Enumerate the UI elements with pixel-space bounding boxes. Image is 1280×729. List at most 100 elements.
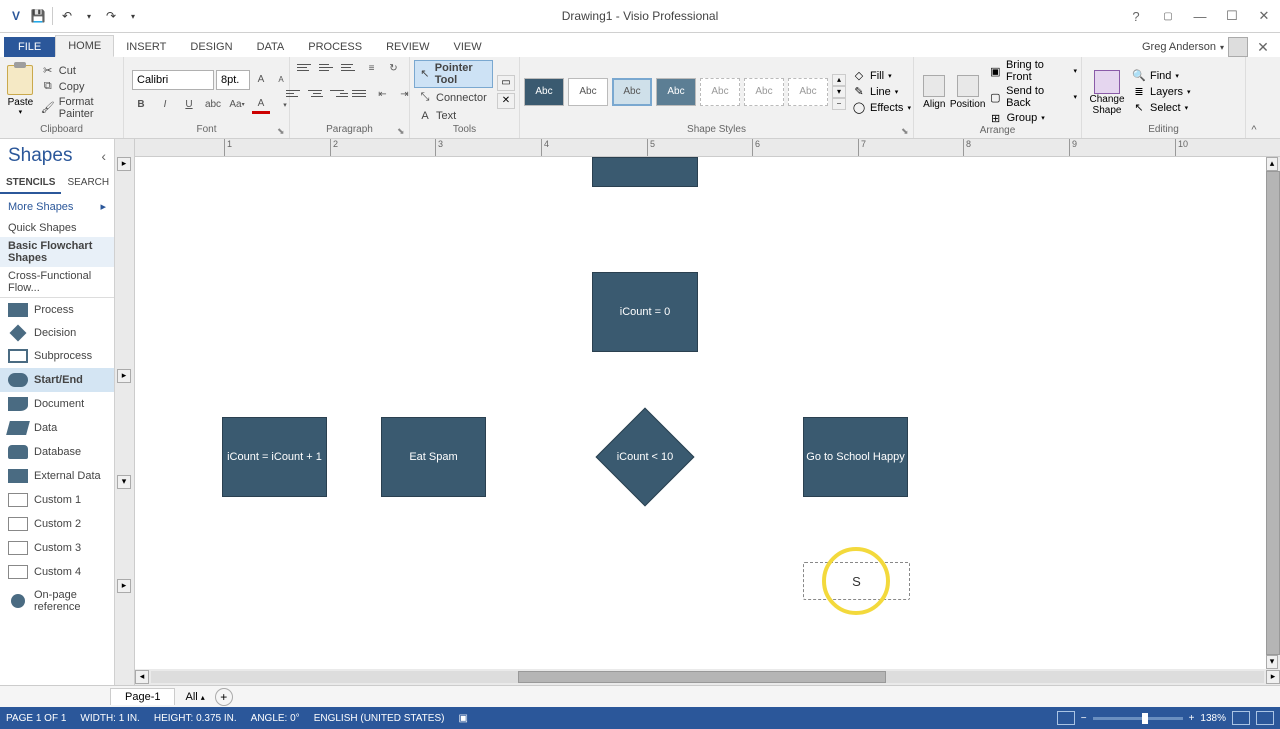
send-to-back-button[interactable]: ▢Send to Back▾ <box>989 85 1077 109</box>
presentation-mode-icon[interactable] <box>1057 711 1075 725</box>
tab-insert[interactable]: INSERT <box>114 37 178 57</box>
page-add-button[interactable]: + <box>215 688 233 706</box>
style-swatch-7[interactable]: Abc <box>788 78 828 106</box>
minimize-icon[interactable]: — <box>1186 5 1214 27</box>
position-button[interactable]: Position <box>951 68 985 116</box>
shape-external-data[interactable]: External Data <box>0 464 114 488</box>
shape-custom-2[interactable]: Custom 2 <box>0 512 114 536</box>
undo-icon[interactable]: ↶ <box>57 6 77 26</box>
shape-start-end[interactable]: Start/End <box>0 368 114 392</box>
ribbon-display-icon[interactable]: ▢ <box>1154 5 1182 27</box>
hscroll-right-icon[interactable]: ▸ <box>1266 670 1280 684</box>
style-swatch-2[interactable]: Abc <box>568 78 608 106</box>
strikethrough-icon[interactable]: abc <box>204 96 222 114</box>
group-button[interactable]: ⊞Group▾ <box>989 111 1077 125</box>
zoom-level[interactable]: 138% <box>1200 713 1226 724</box>
tab-data[interactable]: DATA <box>245 37 297 57</box>
close-icon[interactable]: ✕ <box>1250 5 1278 27</box>
vscroll-down-icon[interactable]: ▾ <box>1266 655 1278 669</box>
zoom-thumb[interactable] <box>1142 713 1148 724</box>
redo-icon[interactable]: ↷ <box>101 6 121 26</box>
vscroll-track[interactable] <box>1266 171 1280 655</box>
tab-home[interactable]: HOME <box>55 35 114 57</box>
format-painter-button[interactable]: 🖌Format Painter <box>41 96 119 120</box>
style-swatch-5[interactable]: Abc <box>700 78 740 106</box>
tab-view[interactable]: VIEW <box>441 37 493 57</box>
search-tab[interactable]: SEARCH <box>61 173 115 194</box>
paragraph-dialog-launcher-icon[interactable]: ⬊ <box>397 126 407 136</box>
flowchart-decision[interactable]: iCount < 10 <box>595 422 695 492</box>
flowchart-icount0[interactable]: iCount = 0 <box>592 272 698 352</box>
tab-review[interactable]: REVIEW <box>374 37 441 57</box>
align-center-icon[interactable] <box>308 85 326 101</box>
flowchart-school[interactable]: Go to School Happy <box>803 417 908 497</box>
stencil-cross-functional[interactable]: Cross-Functional Flow... <box>0 267 114 297</box>
save-icon[interactable]: 💾 <box>28 6 48 26</box>
shape-custom-3[interactable]: Custom 3 <box>0 536 114 560</box>
fill-button[interactable]: ◇Fill▾ <box>852 69 911 83</box>
document-close-icon[interactable]: ✕ <box>1252 39 1274 56</box>
font-name-input[interactable] <box>132 70 214 90</box>
italic-icon[interactable]: I <box>156 96 174 114</box>
gallery-down-icon[interactable]: ▾ <box>832 86 846 98</box>
bring-to-front-button[interactable]: ▣Bring to Front▾ <box>989 59 1077 83</box>
visio-icon[interactable]: V <box>6 6 26 26</box>
zoom-out-icon[interactable]: − <box>1081 713 1087 724</box>
vscroll-up-icon[interactable]: ▴ <box>1266 157 1278 171</box>
shapes-collapse-icon[interactable]: ‹ <box>101 148 106 164</box>
paste-button[interactable]: Paste ▾ <box>4 61 37 123</box>
text-tool-button[interactable]: AText <box>414 108 493 124</box>
vruler-btn-1[interactable]: ▸ <box>117 157 131 171</box>
tab-design[interactable]: DESIGN <box>178 37 244 57</box>
vscroll-thumb[interactable] <box>1266 171 1280 655</box>
line-button[interactable]: ✎Line▾ <box>852 85 911 99</box>
gallery-more-icon[interactable]: ⎯ <box>832 98 846 110</box>
connector-tool-button[interactable]: ⤡Connector <box>414 90 493 106</box>
bold-icon[interactable]: B <box>132 96 150 114</box>
align-right-icon[interactable] <box>330 85 348 101</box>
underline-icon[interactable]: U <box>180 96 198 114</box>
delete-tool-icon[interactable]: ✕ <box>497 93 515 109</box>
undo-dropdown-icon[interactable]: ▾ <box>79 6 99 26</box>
tab-process[interactable]: PROCESS <box>296 37 374 57</box>
vruler-btn-2[interactable]: ▸ <box>117 369 131 383</box>
align-bottom-icon[interactable] <box>341 59 359 75</box>
editing-text-cursor[interactable]: S <box>852 574 861 589</box>
shape-styles-dialog-launcher-icon[interactable]: ⬊ <box>901 126 911 136</box>
fit-page-icon[interactable] <box>1232 711 1250 725</box>
shape-process[interactable]: Process <box>0 298 114 322</box>
rectangle-tool-icon[interactable]: ▭ <box>497 75 515 91</box>
page-tab-all[interactable]: All ▴ <box>177 689 212 705</box>
flowchart-icount-inc[interactable]: iCount = iCount + 1 <box>222 417 327 497</box>
style-swatch-6[interactable]: Abc <box>744 78 784 106</box>
flowchart-startend-editing[interactable]: S <box>803 562 910 600</box>
cut-button[interactable]: ✂Cut <box>41 64 119 78</box>
shape-data[interactable]: Data <box>0 416 114 440</box>
hscroll-left-icon[interactable]: ◂ <box>135 670 149 684</box>
font-dialog-launcher-icon[interactable]: ⬊ <box>277 126 287 136</box>
font-color-icon[interactable]: A <box>252 96 270 114</box>
status-language[interactable]: ENGLISH (UNITED STATES) <box>314 713 445 724</box>
zoom-slider[interactable] <box>1093 717 1183 720</box>
gallery-up-icon[interactable]: ▴ <box>832 74 846 86</box>
maximize-icon[interactable]: ☐ <box>1218 5 1246 27</box>
user-area[interactable]: Greg Anderson ▾ ✕ <box>1142 37 1280 57</box>
hscroll-track[interactable] <box>151 671 1264 683</box>
qat-customize-icon[interactable]: ▾ <box>123 6 143 26</box>
style-swatch-1[interactable]: Abc <box>524 78 564 106</box>
case-icon[interactable]: Aa▾ <box>228 96 246 114</box>
align-left-icon[interactable] <box>286 85 304 101</box>
user-dropdown-icon[interactable]: ▾ <box>1220 43 1224 52</box>
shape-custom-4[interactable]: Custom 4 <box>0 560 114 584</box>
style-swatch-3[interactable]: Abc <box>612 78 652 106</box>
page-tab-1[interactable]: Page-1 <box>110 688 175 705</box>
shape-decision[interactable]: Decision <box>0 322 114 344</box>
drawing-canvas[interactable]: iCount = 0 iCount = iCount + 1 Eat Spam … <box>135 157 1280 669</box>
pointer-tool-button[interactable]: ↖Pointer Tool <box>414 60 493 88</box>
stencil-basic-flowchart[interactable]: Basic Flowchart Shapes <box>0 237 114 267</box>
font-grow-icon[interactable]: A <box>252 71 270 89</box>
flowchart-top-rect[interactable] <box>592 157 698 187</box>
file-tab[interactable]: FILE <box>4 37 55 57</box>
more-shapes-button[interactable]: More Shapes▸ <box>0 194 114 219</box>
vruler-btn-3[interactable]: ▾ <box>117 475 131 489</box>
